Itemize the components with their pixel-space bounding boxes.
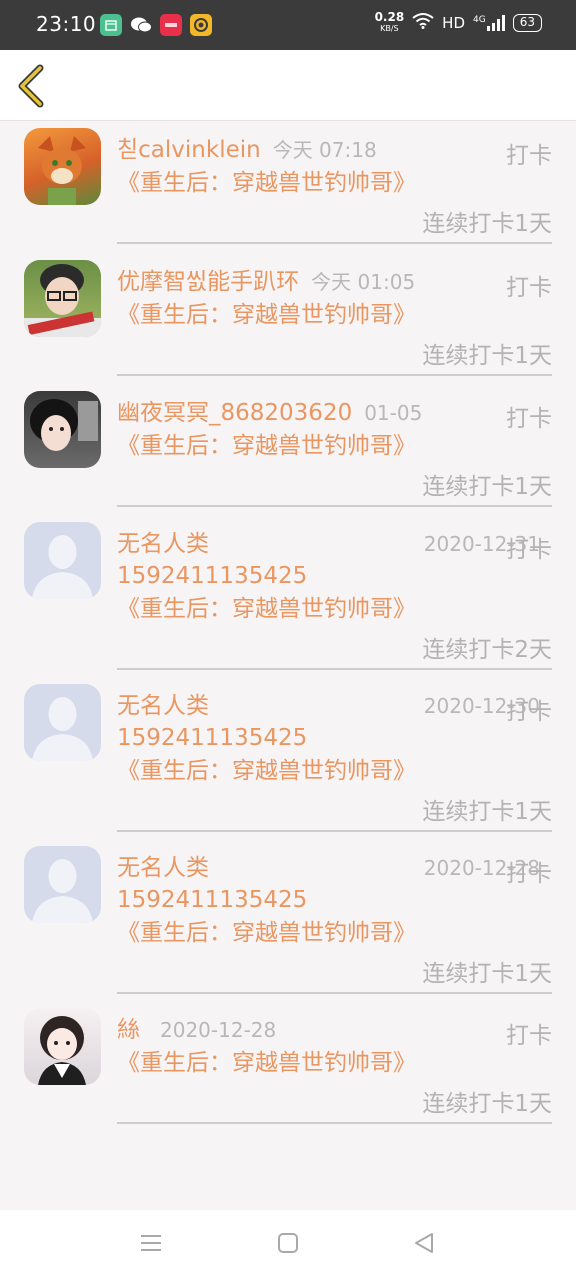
streak-count: 连续打卡1天 [422, 343, 552, 369]
wifi-icon [412, 13, 434, 33]
user-name: 优摩智씴能手趴环 今天 01:05 [117, 269, 416, 295]
streak-count: 连续打卡1天 [422, 799, 552, 825]
checkin-tag: 打卡 [506, 861, 552, 887]
checkin-tag: 打卡 [506, 1023, 552, 1049]
list-item[interactable]: 优摩智씴能手趴环 今天 01:05 《重生后：穿越兽世钓帅哥》 打卡 连续打卡1天 [0, 254, 576, 376]
wechat-icon [130, 14, 152, 36]
book-title[interactable]: 《重生后：穿越兽世钓帅哥》 [117, 1046, 417, 1080]
home-icon [278, 1233, 298, 1253]
list-item[interactable]: 幽夜冥冥_868203620 01-05 《重生后：穿越兽世钓帅哥》 打卡 连续打… [0, 385, 576, 507]
avatar[interactable] [24, 260, 101, 337]
checkin-tag: 打卡 [506, 699, 552, 725]
list-item[interactable]: 칟calvinklein 今天 07:18 《重生后：穿越兽世钓帅哥》 打卡 连续… [0, 122, 576, 244]
user-name: 絲 2020-12-28 [117, 1017, 277, 1043]
user-name: 幽夜冥冥_868203620 01-05 [117, 400, 423, 426]
hd-label: HD [442, 14, 466, 32]
book-title[interactable]: 《重生后：穿越兽世钓帅哥》 [117, 429, 417, 463]
avatar[interactable] [24, 1008, 101, 1085]
checkin-time: 今天 01:05 [311, 270, 416, 294]
status-bar: 23:10 0.28 KB/S HD 4G 63 [0, 0, 576, 50]
default-avatar[interactable] [24, 846, 101, 923]
status-time: 23:10 [36, 12, 97, 36]
item-content: 无名人类 1592411135425 《重生后：穿越兽世钓帅哥》 2020-12… [117, 690, 552, 832]
book-title[interactable]: 《重生后：穿越兽世钓帅哥》 [117, 916, 417, 950]
book-title[interactable]: 《重生后：穿越兽世钓帅哥》 [117, 754, 417, 788]
user-name: 칟calvinklein 今天 07:18 [117, 137, 377, 163]
list-item[interactable]: 无名人类 1592411135425 《重生后：穿越兽世钓帅哥》 2020-12… [0, 840, 576, 994]
item-content: 无名人类 1592411135425 《重生后：穿越兽世钓帅哥》 2020-12… [117, 528, 552, 670]
avatar[interactable] [24, 128, 101, 205]
streak-count: 连续打卡1天 [422, 961, 552, 987]
back-nav-button[interactable] [413, 1232, 435, 1258]
back-button[interactable] [14, 64, 50, 108]
system-nav-bar [0, 1210, 576, 1280]
list-item[interactable]: 无名人类 1592411135425 《重生后：穿越兽世钓帅哥》 2020-12… [0, 678, 576, 832]
book-title[interactable]: 《重生后：穿越兽世钓帅哥》 [117, 166, 417, 200]
item-content: 无名人类 1592411135425 《重生后：穿越兽世钓帅哥》 2020-12… [117, 852, 552, 994]
yellow-app-icon [190, 14, 212, 36]
checkin-tag: 打卡 [506, 537, 552, 563]
item-content: 칟calvinklein 今天 07:18 《重生后：穿越兽世钓帅哥》 打卡 连续… [117, 134, 552, 244]
checkin-time: 今天 07:18 [272, 138, 377, 162]
status-app-icons [100, 14, 212, 36]
default-avatar[interactable] [24, 522, 101, 599]
item-content: 幽夜冥冥_868203620 01-05 《重生后：穿越兽世钓帅哥》 打卡 连续打… [117, 397, 552, 507]
checkin-time: 01-05 [364, 401, 423, 425]
default-avatar[interactable] [24, 684, 101, 761]
streak-count: 连续打卡1天 [422, 474, 552, 500]
item-content: 絲 2020-12-28 《重生后：穿越兽世钓帅哥》 打卡 连续打卡1天 [117, 1014, 552, 1124]
avatar[interactable] [24, 391, 101, 468]
menu-icon [141, 1235, 161, 1251]
chevron-left-icon [18, 64, 44, 108]
header [0, 50, 576, 121]
checkin-tag: 打卡 [506, 406, 552, 432]
book-title[interactable]: 《重生后：穿越兽世钓帅哥》 [117, 592, 417, 626]
streak-count: 连续打卡1天 [422, 211, 552, 237]
checkin-tag: 打卡 [506, 143, 552, 169]
user-phone: 1592411135425 [117, 563, 308, 589]
streak-count: 连续打卡2天 [422, 637, 552, 663]
user-phone: 1592411135425 [117, 887, 308, 913]
checkin-time: 2020-12-28 [160, 1018, 277, 1042]
home-button[interactable] [277, 1232, 299, 1258]
network-speed: 0.28 KB/S [374, 10, 405, 33]
back-triangle-icon [415, 1233, 433, 1253]
battery-indicator: 63 [512, 14, 542, 32]
book-title[interactable]: 《重生后：穿越兽世钓帅哥》 [117, 298, 417, 332]
list-item[interactable]: 无名人类 1592411135425 《重生后：穿越兽世钓帅哥》 2020-12… [0, 516, 576, 670]
checkin-tag: 打卡 [506, 275, 552, 301]
status-right: 0.28 KB/S HD 4G 63 [374, 10, 542, 34]
calendar-app-icon [100, 14, 122, 36]
signal-icon: 4G [473, 15, 505, 31]
user-phone: 1592411135425 [117, 725, 308, 751]
red-app-icon [160, 14, 182, 36]
item-content: 优摩智씴能手趴环 今天 01:05 《重生后：穿越兽世钓帅哥》 打卡 连续打卡1天 [117, 266, 552, 376]
menu-button[interactable] [140, 1232, 162, 1258]
list-item[interactable]: 絲 2020-12-28 《重生后：穿越兽世钓帅哥》 打卡 连续打卡1天 [0, 1002, 576, 1124]
streak-count: 连续打卡1天 [422, 1091, 552, 1117]
